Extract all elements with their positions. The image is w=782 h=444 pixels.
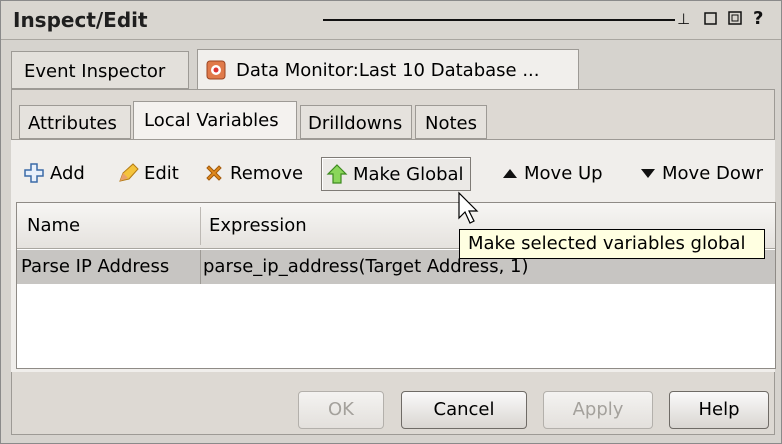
tab-drilldowns[interactable]: Drilldowns xyxy=(300,105,412,139)
edit-button-label: Edit xyxy=(144,162,179,184)
tab-event-inspector-label: Event Inspector xyxy=(24,61,166,82)
add-button-label: Add xyxy=(50,162,85,184)
remove-x-icon xyxy=(203,162,225,184)
tab-notes-label: Notes xyxy=(425,113,477,134)
remove-button-label: Remove xyxy=(230,162,304,184)
cell-expression: parse_ip_address(Target Address, 1) xyxy=(203,256,529,277)
add-button[interactable]: Add xyxy=(23,157,85,189)
title-bar[interactable]: Inspect/Edit ⊥ ? xyxy=(1,1,781,40)
tab-attributes[interactable]: Attributes xyxy=(19,105,131,139)
tab-local-variables-label: Local Variables xyxy=(144,110,279,131)
make-global-button[interactable]: Make Global xyxy=(321,157,471,191)
column-header-name[interactable]: Name xyxy=(27,215,80,236)
move-down-button-label: Move Dowr xyxy=(662,162,763,184)
move-down-button[interactable]: Move Dowr xyxy=(639,157,763,189)
add-icon xyxy=(23,162,45,184)
move-up-button[interactable]: Move Up xyxy=(501,157,603,189)
data-monitor-icon xyxy=(206,60,226,80)
mouse-cursor-icon xyxy=(457,191,481,230)
row-divider xyxy=(200,250,201,284)
inspect-edit-window: Inspect/Edit ⊥ ? Event Inspector Data Mo… xyxy=(0,0,782,444)
tab-local-variables[interactable]: Local Variables xyxy=(133,101,297,141)
up-arrow-green-icon xyxy=(326,163,348,185)
make-global-button-label: Make Global xyxy=(353,163,464,185)
edit-button[interactable]: Edit xyxy=(117,157,179,189)
tab-attributes-label: Attributes xyxy=(28,113,117,134)
triangle-up-icon xyxy=(501,162,519,184)
maximize-icon xyxy=(728,11,742,25)
minimize-button[interactable]: ⊥ xyxy=(677,10,690,28)
remove-button[interactable]: Remove xyxy=(203,157,303,189)
variables-table: Name Expression Parse IP Address parse_i… xyxy=(16,202,776,369)
help-button[interactable]: Help xyxy=(669,391,769,429)
tab-data-monitor-label: Data Monitor:Last 10 Database ... xyxy=(236,60,540,81)
ok-button[interactable]: OK xyxy=(298,391,384,429)
help-title-button[interactable]: ? xyxy=(753,10,763,28)
move-up-button-label: Move Up xyxy=(524,162,603,184)
tab-drilldowns-label: Drilldowns xyxy=(308,113,403,134)
window-title: Inspect/Edit xyxy=(13,8,148,32)
apply-button[interactable]: Apply xyxy=(543,391,653,429)
column-header-expression[interactable]: Expression xyxy=(209,215,307,236)
restore-icon xyxy=(704,12,717,25)
tab-notes[interactable]: Notes xyxy=(415,105,487,139)
pencil-icon xyxy=(117,162,139,184)
make-global-tooltip: Make selected variables global xyxy=(459,229,765,259)
triangle-down-icon xyxy=(639,162,657,184)
tab-data-monitor[interactable]: Data Monitor:Last 10 Database ... xyxy=(197,49,579,89)
maximize-button[interactable] xyxy=(727,10,745,30)
title-separator-line xyxy=(323,19,675,21)
cell-name: Parse IP Address xyxy=(21,256,170,277)
column-divider[interactable] xyxy=(200,207,201,245)
tab-event-inspector[interactable]: Event Inspector xyxy=(11,51,189,89)
restore-button[interactable] xyxy=(703,10,719,30)
cancel-button[interactable]: Cancel xyxy=(401,391,527,429)
